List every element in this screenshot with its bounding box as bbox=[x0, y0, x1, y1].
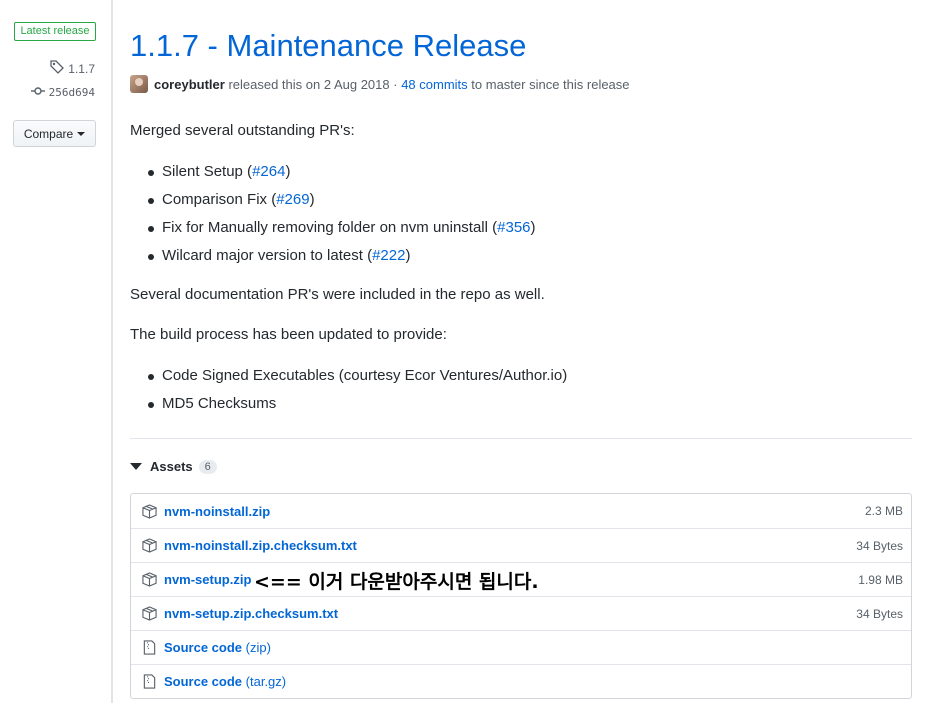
commits-link[interactable]: 48 commits bbox=[401, 77, 467, 92]
package-icon bbox=[141, 538, 157, 554]
asset-row: nvm-noinstall.zip 2.3 MB bbox=[131, 494, 911, 528]
divider bbox=[130, 438, 912, 439]
author-link[interactable]: coreybutler bbox=[154, 77, 225, 92]
file-zip-icon bbox=[141, 674, 157, 690]
release-title[interactable]: 1.1.7 - Maintenance Release bbox=[130, 28, 526, 64]
list-item: Fix for Manually removing folder on nvm … bbox=[144, 214, 536, 242]
intro-text: Merged several outstanding PR's: bbox=[130, 122, 355, 139]
assets-toggle[interactable]: Assets 6 bbox=[130, 459, 217, 474]
pr-link[interactable]: #269 bbox=[276, 191, 309, 208]
asset-row: nvm-setup.zip <== 이거 다운받아주시면 됩니다. 1.98 M… bbox=[131, 562, 911, 596]
package-icon bbox=[141, 572, 157, 588]
file-zip-icon bbox=[141, 640, 157, 656]
commit-link[interactable]: 256d694 bbox=[30, 86, 95, 99]
commits-suffix: to master since this release bbox=[471, 76, 630, 92]
pr-link[interactable]: #356 bbox=[497, 219, 530, 236]
asset-link[interactable]: nvm-setup.zip bbox=[164, 572, 251, 587]
release-meta: coreybutler released this on 2 Aug 2018 … bbox=[130, 75, 630, 93]
compare-label: Compare bbox=[23, 126, 74, 141]
asset-row: Source code (tar.gz) bbox=[131, 664, 911, 698]
asset-row: nvm-setup.zip.checksum.txt 34 Bytes bbox=[131, 596, 911, 630]
annotation-note: <== 이거 다운받아주시면 됩니다. bbox=[254, 571, 539, 593]
asset-row: nvm-noinstall.zip.checksum.txt 34 Bytes bbox=[131, 528, 911, 562]
tag-icon bbox=[50, 60, 65, 77]
source-code-link[interactable]: Source code (zip) bbox=[164, 640, 271, 655]
tag-link[interactable]: 1.1.7 bbox=[50, 60, 95, 77]
asset-link[interactable]: nvm-noinstall.zip bbox=[164, 504, 270, 519]
commit-sha: 256d694 bbox=[48, 86, 95, 99]
package-icon bbox=[141, 606, 157, 622]
avatar[interactable] bbox=[130, 75, 148, 93]
build-list: Code Signed Executables (courtesy Ecor V… bbox=[144, 362, 567, 418]
release-sidebar: Latest release 1.1.7 256d694 Compare bbox=[0, 0, 113, 703]
released-text: released this on 2 Aug 2018 · bbox=[228, 76, 398, 92]
asset-link[interactable]: nvm-noinstall.zip.checksum.txt bbox=[164, 538, 357, 553]
list-item: Silent Setup (#264) bbox=[144, 158, 536, 186]
assets-list: nvm-noinstall.zip 2.3 MB nvm-noinstall.z… bbox=[130, 493, 912, 699]
list-item: Code Signed Executables (courtesy Ecor V… bbox=[144, 362, 567, 390]
pr-link[interactable]: #222 bbox=[372, 247, 405, 264]
asset-link[interactable]: nvm-setup.zip.checksum.txt bbox=[164, 606, 338, 621]
docs-note: Several documentation PR's were included… bbox=[130, 286, 545, 303]
build-intro: The build process has been updated to pr… bbox=[130, 326, 447, 343]
compare-button[interactable]: Compare bbox=[13, 120, 96, 147]
list-item: Comparison Fix (#269) bbox=[144, 186, 536, 214]
pr-list: Silent Setup (#264) Comparison Fix (#269… bbox=[144, 158, 536, 270]
tag-label: 1.1.7 bbox=[68, 61, 95, 76]
list-item: Wilcard major version to latest (#222) bbox=[144, 242, 536, 270]
asset-size: 1.98 MB bbox=[858, 572, 903, 587]
chevron-down-icon bbox=[77, 131, 86, 136]
source-code-link[interactable]: Source code (tar.gz) bbox=[164, 674, 286, 689]
latest-release-badge: Latest release bbox=[14, 22, 96, 41]
asset-size: 34 Bytes bbox=[856, 606, 903, 621]
asset-size: 34 Bytes bbox=[856, 538, 903, 553]
triangle-down-icon bbox=[130, 463, 142, 470]
commit-icon bbox=[30, 86, 45, 99]
assets-label: Assets bbox=[150, 459, 193, 474]
pr-link[interactable]: #264 bbox=[252, 163, 285, 180]
assets-count: 6 bbox=[198, 459, 217, 474]
asset-row: Source code (zip) bbox=[131, 630, 911, 664]
package-icon bbox=[141, 503, 157, 519]
asset-size: 2.3 MB bbox=[864, 504, 903, 518]
list-item: MD5 Checksums bbox=[144, 390, 567, 418]
